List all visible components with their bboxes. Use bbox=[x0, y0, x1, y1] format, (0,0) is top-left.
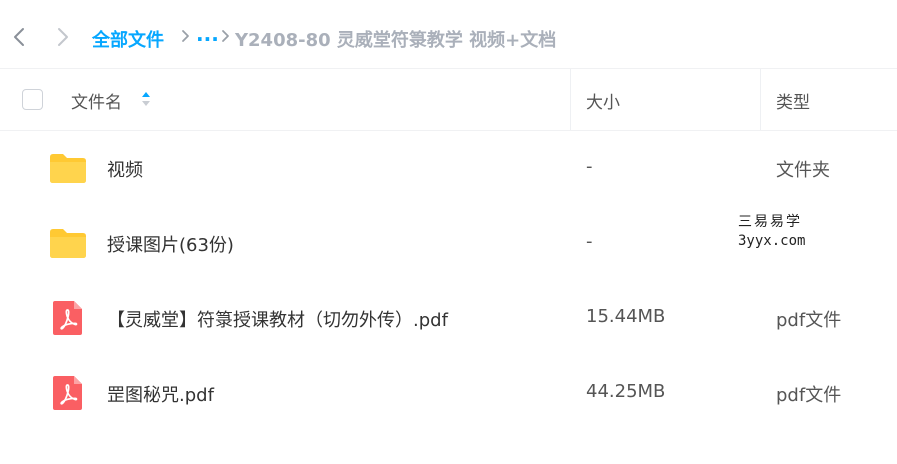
column-divider[interactable] bbox=[570, 69, 571, 130]
watermark-url: 3yyx.com bbox=[738, 233, 806, 249]
breadcrumb-separator-icon bbox=[222, 30, 229, 42]
file-row[interactable]: 视频 - 文件夹 bbox=[0, 130, 897, 205]
folder-icon bbox=[50, 229, 86, 258]
file-type: 文件夹 bbox=[776, 160, 830, 181]
breadcrumb-current: Y2408-80 灵威堂符箓教学 视频+文档 bbox=[235, 30, 557, 51]
chevron-right-icon bbox=[58, 28, 68, 46]
breadcrumb-ellipsis[interactable]: ... bbox=[196, 22, 219, 46]
folder-icon bbox=[50, 154, 86, 183]
file-row[interactable]: 罡图秘咒.pdf 44.25MB pdf文件 bbox=[0, 355, 897, 430]
column-divider[interactable] bbox=[760, 69, 761, 130]
column-header-name[interactable]: 文件名 bbox=[71, 88, 122, 113]
watermark-text: 三易易学 bbox=[738, 214, 802, 230]
file-list-header: 文件名 大小 类型 bbox=[0, 68, 897, 131]
top-bar: 全部文件 ... Y2408-80 灵威堂符箓教学 视频+文档 bbox=[0, 0, 897, 68]
chevron-left-icon bbox=[14, 28, 24, 46]
watermark: 三易易学 3yyx.com bbox=[738, 211, 848, 257]
sort-icon[interactable] bbox=[140, 89, 152, 109]
file-name[interactable]: 【灵威堂】符箓授课教材（切勿外传）.pdf bbox=[107, 306, 448, 332]
pdf-icon bbox=[53, 376, 82, 410]
breadcrumb-root[interactable]: 全部文件 bbox=[92, 26, 164, 52]
file-name[interactable]: 授课图片(63份) bbox=[107, 231, 234, 257]
file-size: 15.44MB bbox=[586, 306, 666, 327]
file-type: pdf文件 bbox=[776, 310, 842, 331]
file-type: pdf文件 bbox=[776, 385, 842, 406]
file-row[interactable]: 【灵威堂】符箓授课教材（切勿外传）.pdf 15.44MB pdf文件 bbox=[0, 280, 897, 355]
back-button[interactable] bbox=[8, 22, 32, 52]
file-size: - bbox=[586, 231, 593, 252]
select-all-checkbox[interactable] bbox=[22, 89, 43, 110]
pdf-icon bbox=[53, 301, 82, 335]
file-size: 44.25MB bbox=[586, 381, 666, 402]
column-header-type[interactable]: 类型 bbox=[776, 88, 810, 113]
file-name[interactable]: 罡图秘咒.pdf bbox=[107, 381, 214, 407]
file-size: - bbox=[586, 156, 593, 177]
forward-button[interactable] bbox=[50, 22, 74, 52]
column-header-size[interactable]: 大小 bbox=[586, 88, 620, 113]
breadcrumb-separator-icon bbox=[182, 30, 189, 42]
file-name[interactable]: 视频 bbox=[107, 156, 143, 182]
